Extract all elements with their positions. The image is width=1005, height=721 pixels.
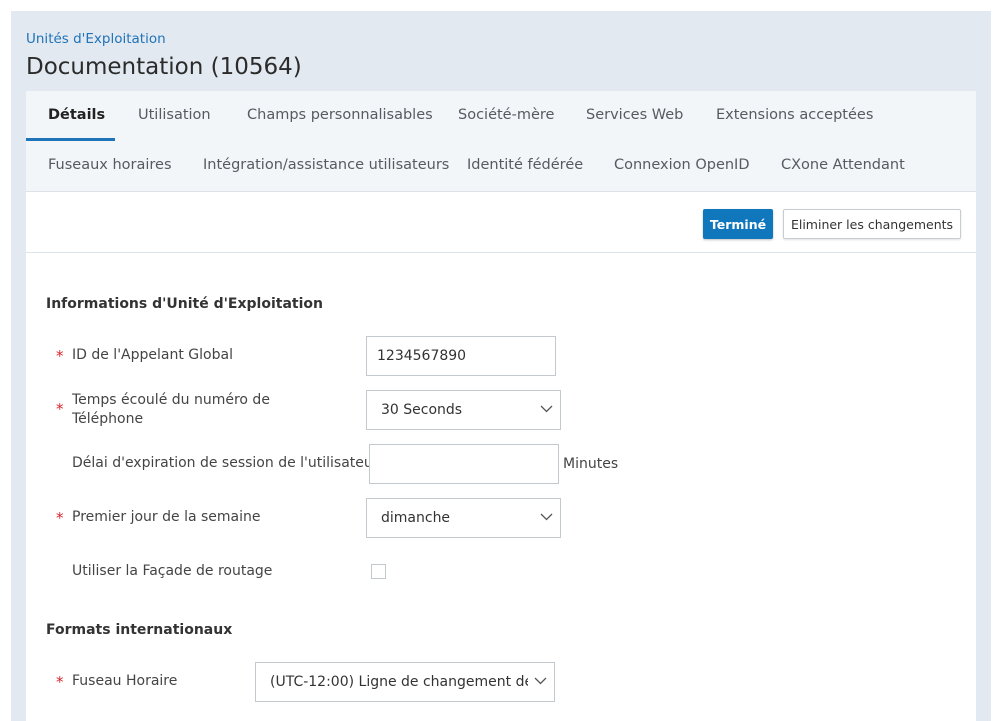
tab-bar: Détails Utilisation Champs personnalisab…	[26, 91, 976, 192]
tab-cxone-attendant[interactable]: CXone Attendant	[781, 157, 905, 173]
required-marker: *	[56, 347, 64, 365]
active-tab-indicator	[26, 138, 115, 141]
discard-changes-button[interactable]: Eliminer les changements	[783, 209, 961, 239]
session-timeout-label: Délai d'expiration de session de l'utili…	[72, 455, 379, 471]
section-title-intl: Formats internationaux	[46, 622, 233, 638]
first-day-label: Premier jour de la semaine	[72, 509, 261, 525]
phone-timeout-label-line1: Temps écoulé du numéro de	[72, 392, 270, 408]
phone-timeout-label: Temps écoulé du numéro de Téléphone	[72, 391, 270, 429]
tab-custom-fields[interactable]: Champs personnalisables	[247, 107, 433, 123]
global-caller-id-input[interactable]	[366, 336, 556, 376]
tab-accepted-extensions[interactable]: Extensions acceptées	[716, 107, 873, 123]
global-caller-id-label: ID de l'Appelant Global	[72, 347, 233, 363]
page-title: Documentation (10564)	[26, 54, 302, 80]
tab-utilisation[interactable]: Utilisation	[138, 107, 211, 123]
details-card: Détails Utilisation Champs personnalisab…	[26, 91, 976, 721]
required-marker: *	[56, 509, 64, 527]
section-title-info: Informations d'Unité d'Exploitation	[46, 296, 323, 312]
routing-facade-label: Utiliser la Façade de routage	[72, 563, 273, 579]
done-button[interactable]: Terminé	[703, 209, 773, 239]
chevron-down-icon	[534, 391, 560, 429]
time-zone-select[interactable]: (UTC-12:00) Ligne de changement de date …	[255, 662, 555, 702]
page-frame: Unités d'Exploitation Documentation (105…	[11, 11, 991, 721]
session-timeout-unit: Minutes	[563, 456, 619, 472]
tab-openid-connect[interactable]: Connexion OpenID	[614, 157, 750, 173]
breadcrumb[interactable]: Unités d'Exploitation	[26, 31, 166, 47]
time-zone-label: Fuseau Horaire	[72, 673, 178, 689]
chevron-down-icon	[534, 499, 560, 537]
first-day-select[interactable]: dimanche	[366, 498, 561, 538]
time-zone-value: (UTC-12:00) Ligne de changement de date …	[270, 674, 554, 690]
chevron-down-icon	[528, 663, 554, 701]
session-timeout-input[interactable]	[369, 444, 559, 484]
tab-time-zones[interactable]: Fuseaux horaires	[48, 157, 172, 173]
tab-web-services[interactable]: Services Web	[586, 107, 683, 123]
action-toolbar: Terminé Eliminer les changements	[26, 192, 976, 253]
tab-details[interactable]: Détails	[48, 107, 105, 123]
tab-federated-identity[interactable]: Identité fédérée	[467, 157, 583, 173]
tab-integration-assistance[interactable]: Intégration/assistance utilisateurs	[203, 157, 449, 173]
phone-timeout-select[interactable]: 30 Seconds	[366, 390, 561, 430]
tab-parent-company[interactable]: Société-mère	[458, 107, 554, 123]
phone-timeout-label-line2: Téléphone	[72, 411, 144, 427]
required-marker: *	[56, 400, 64, 418]
routing-facade-checkbox[interactable]	[371, 564, 386, 579]
required-marker: *	[56, 673, 64, 691]
